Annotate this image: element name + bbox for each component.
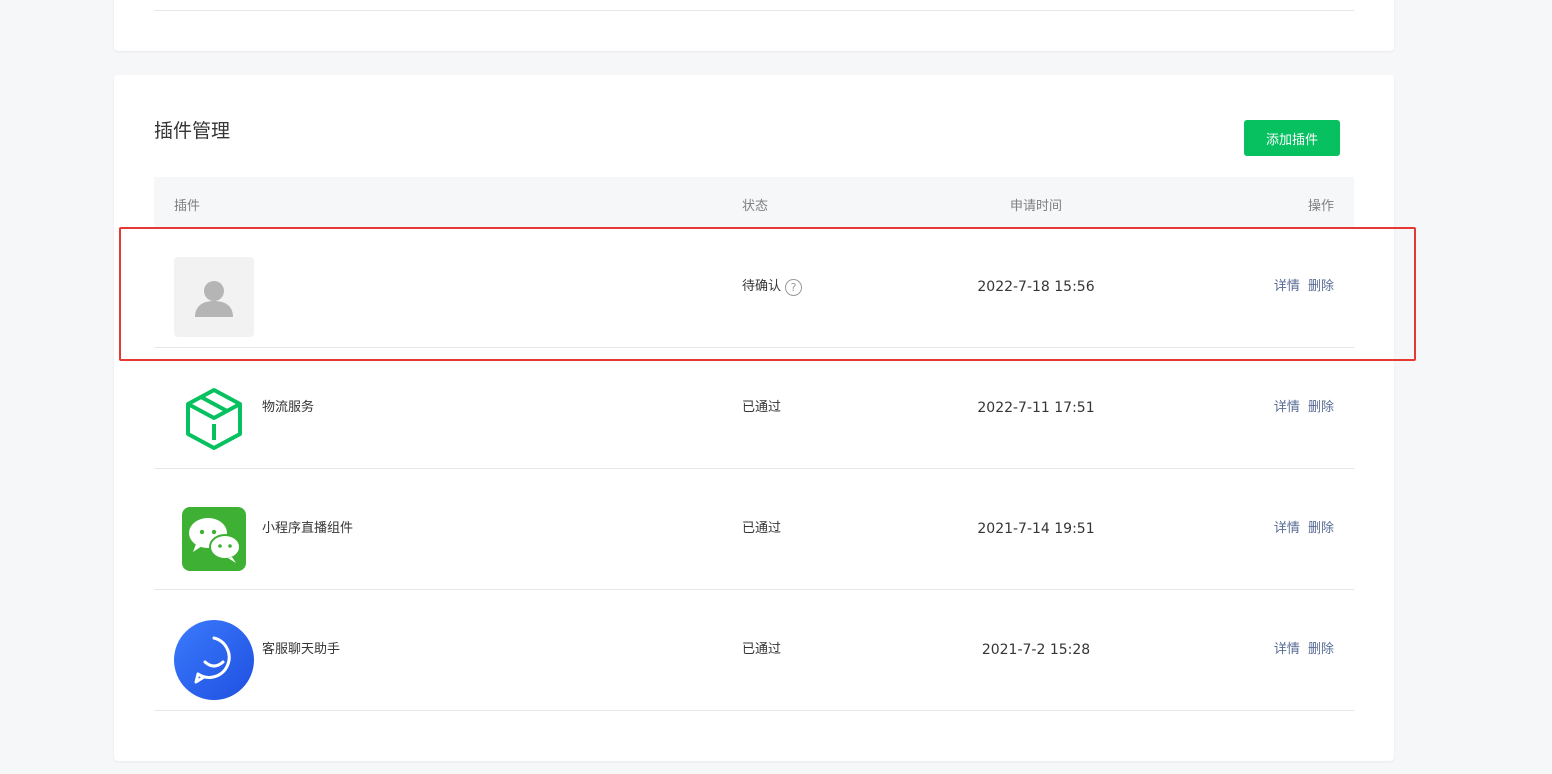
status-label: 已通过 <box>742 400 782 415</box>
detail-link[interactable]: 详情 <box>1274 279 1300 294</box>
section-title: 插件管理 <box>154 120 231 142</box>
apply-time: 2021-7-14 19:51 <box>977 521 1095 537</box>
row-actions: 详情 删除 <box>1270 227 1334 347</box>
table-row: 小程序直播组件 已通过 2021-7-14 19:51 详情 删除 <box>154 469 1354 590</box>
delete-link[interactable]: 删除 <box>1308 279 1334 294</box>
table-row: 待确认 ? 2022-7-18 15:56 详情 删除 <box>154 227 1354 348</box>
table-header: 插件 状态 申请时间 操作 <box>154 177 1354 227</box>
row-actions: 详情 删除 <box>1270 590 1334 710</box>
apply-time: 2022-7-11 17:51 <box>977 400 1095 416</box>
row-actions: 详情 删除 <box>1270 469 1334 589</box>
table-row: 客服聊天助手 已通过 2021-7-2 15:28 详情 删除 <box>154 590 1354 711</box>
delete-link[interactable]: 删除 <box>1308 521 1334 536</box>
table-row: 物流服务 已通过 2022-7-11 17:51 详情 删除 <box>154 348 1354 469</box>
detail-link[interactable]: 详情 <box>1274 521 1300 536</box>
detail-link[interactable]: 详情 <box>1274 400 1300 415</box>
plugin-management-card: 插件管理 添加插件 插件 状态 申请时间 操作 待确认 ? 2022-7-18 … <box>114 75 1394 761</box>
default-avatar-icon <box>174 257 254 337</box>
plugin-name: 物流服务 <box>262 400 315 415</box>
logistics-box-icon <box>174 378 254 458</box>
plugin-name: 客服聊天助手 <box>262 642 341 657</box>
add-plugin-button[interactable]: 添加插件 <box>1244 120 1340 156</box>
status-text: 待确认 ? <box>742 227 803 347</box>
delete-link[interactable]: 删除 <box>1308 642 1334 657</box>
detail-link[interactable]: 详情 <box>1274 642 1300 657</box>
row-actions: 详情 删除 <box>1270 348 1334 468</box>
status-label: 待确认 <box>742 279 782 294</box>
delete-link[interactable]: 删除 <box>1308 400 1334 415</box>
section-divider <box>154 10 1354 11</box>
help-question-icon[interactable]: ? <box>785 278 803 296</box>
plugin-table: 插件 状态 申请时间 操作 待确认 ? 2022-7-18 15:56 详情 删… <box>154 177 1354 711</box>
previous-section-card <box>114 0 1394 51</box>
plugin-name: 小程序直播组件 <box>262 521 354 536</box>
chat-assistant-icon <box>174 620 254 700</box>
apply-time: 2022-7-18 15:56 <box>977 279 1095 295</box>
status-label: 已通过 <box>742 521 782 536</box>
apply-time: 2021-7-2 15:28 <box>981 642 1091 658</box>
wechat-icon <box>174 499 254 579</box>
status-label: 已通过 <box>742 642 782 657</box>
